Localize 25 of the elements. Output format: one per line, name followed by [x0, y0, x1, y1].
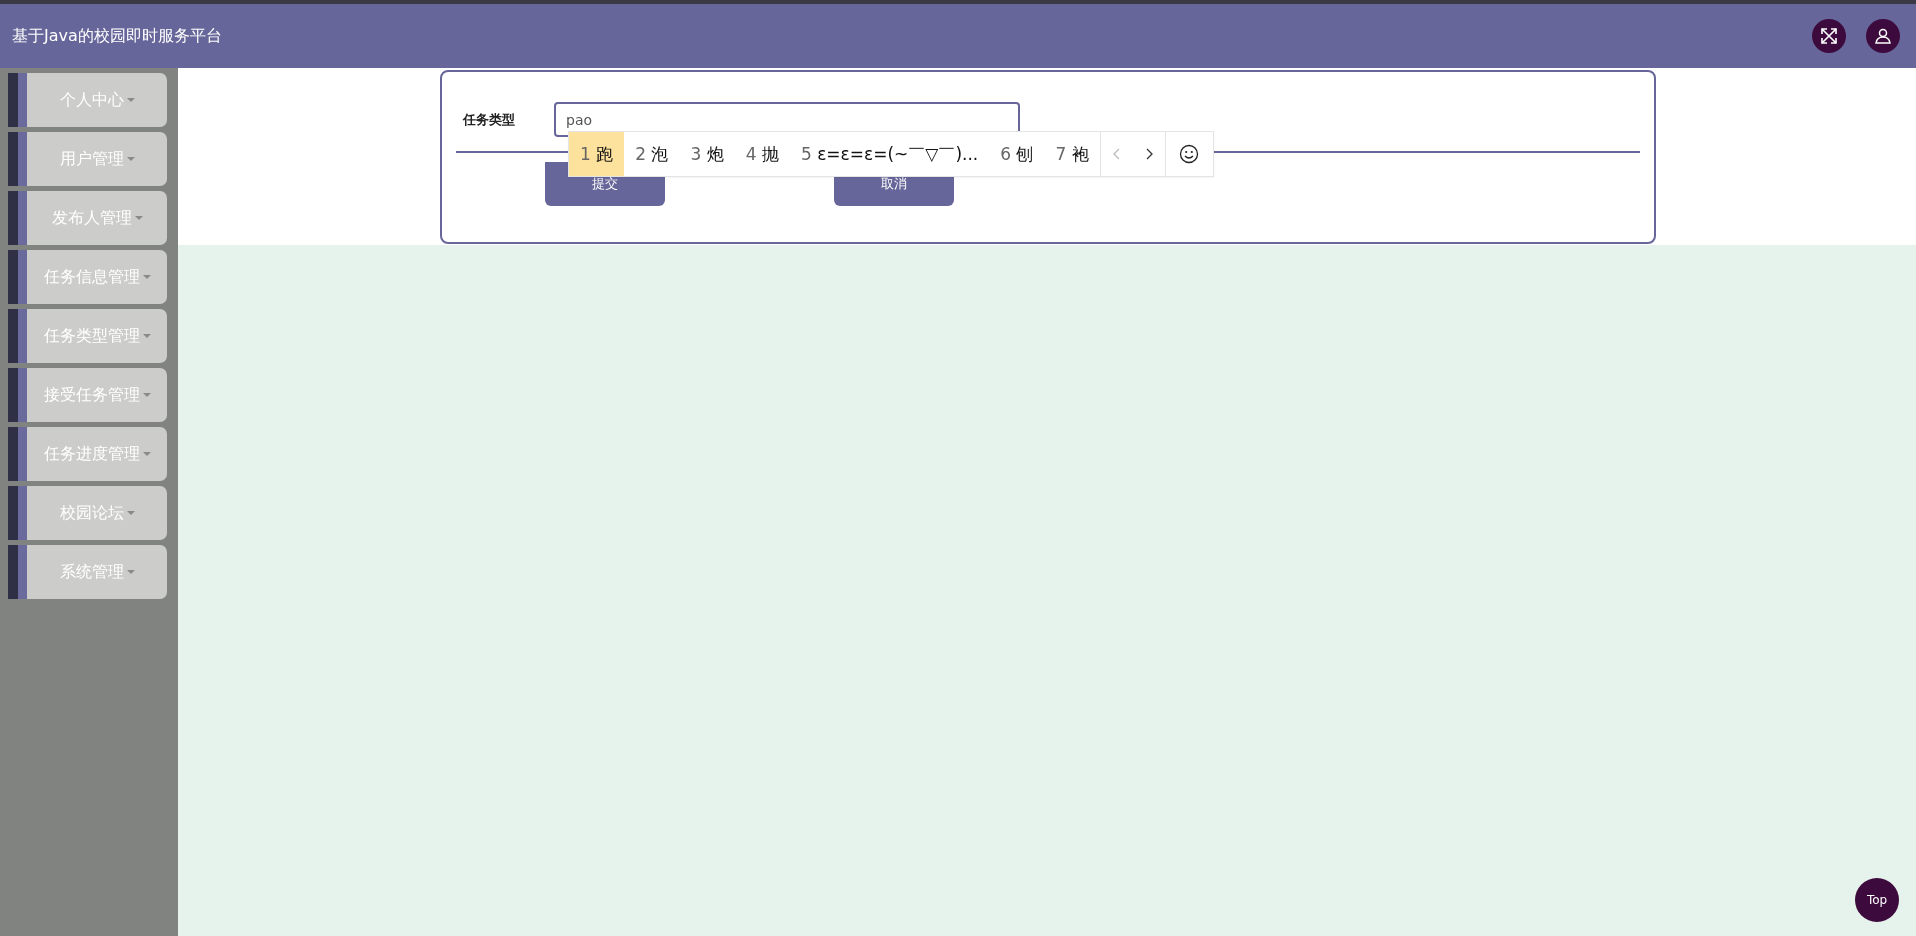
chevron-left-icon [1111, 147, 1122, 161]
caret-icon [126, 511, 135, 515]
caret-icon [126, 98, 135, 102]
ime-candidate[interactable]: 7 袍 [1044, 132, 1100, 176]
caret-icon [134, 216, 143, 220]
ime-candidate[interactable]: 3 炮 [679, 132, 735, 176]
caret-icon [142, 452, 151, 456]
user-button[interactable] [1866, 19, 1900, 53]
fullscreen-button[interactable] [1812, 19, 1846, 53]
expand-arrows-icon [1820, 27, 1838, 45]
field-label: 任务类型 [461, 110, 516, 129]
caret-icon [142, 334, 151, 338]
app-title: 基于Java的校园即时服务平台 [12, 25, 222, 47]
ime-candidate[interactable]: 1 跑 [569, 132, 625, 176]
emoji-button[interactable] [1164, 132, 1213, 176]
ime-candidate[interactable]: 4 抛 [734, 132, 790, 176]
caret-icon [126, 157, 135, 161]
ime-candidate[interactable]: 6 刨 [989, 132, 1045, 176]
caret-icon [142, 275, 151, 279]
smiley-icon [1179, 144, 1200, 164]
ime-candidate[interactable]: 5 ε=ε=ε=(~￣▽￣)... [789, 132, 990, 176]
user-icon [1874, 27, 1892, 45]
caret-icon [142, 393, 151, 397]
caret-icon [126, 570, 135, 574]
ime-candidate[interactable]: 2 泡 [624, 132, 680, 176]
